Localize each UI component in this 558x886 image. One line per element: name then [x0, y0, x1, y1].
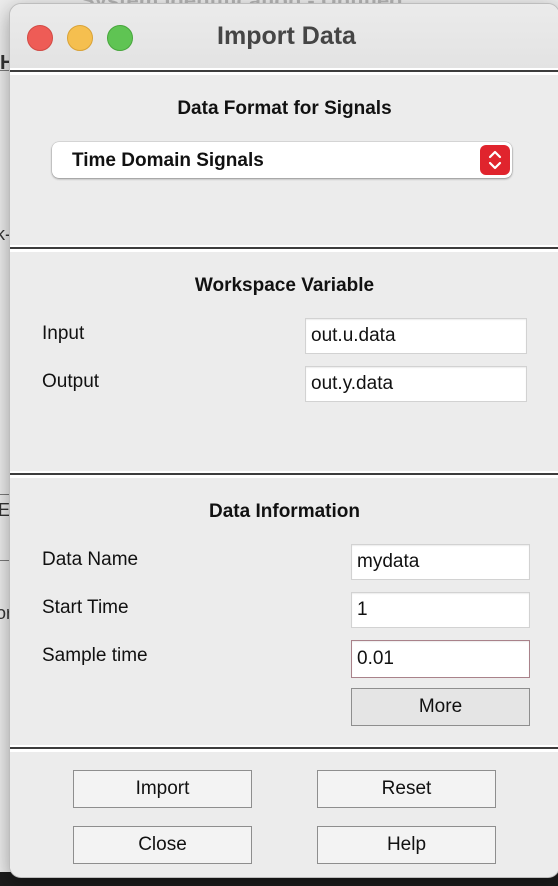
more-button[interactable]: More — [351, 688, 530, 726]
data-format-heading: Data Format for Signals — [177, 98, 392, 119]
workspace-variable-panel: Workspace Variable Input Output — [10, 247, 558, 472]
start-time-field[interactable] — [351, 592, 530, 628]
import-button[interactable]: Import — [73, 770, 252, 808]
workspace-variable-heading: Workspace Variable — [194, 275, 375, 296]
output-variable-field[interactable] — [305, 366, 527, 402]
data-format-popup[interactable]: Time Domain Signals — [52, 142, 512, 178]
data-name-label: Data Name — [42, 549, 139, 570]
sample-time-label: Sample time — [42, 645, 148, 666]
window-title: Import Data — [217, 22, 356, 50]
help-button[interactable]: Help — [317, 826, 496, 864]
output-variable-label: Output — [42, 371, 100, 392]
data-information-panel: Data Information Data Name Start Time Sa… — [10, 473, 558, 746]
data-information-heading: Data Information — [209, 501, 360, 522]
reset-button[interactable]: Reset — [317, 770, 496, 808]
data-name-field[interactable] — [351, 544, 530, 580]
title-bar: Import Data — [10, 4, 558, 68]
action-buttons-panel: Import Reset Close Help — [10, 747, 558, 877]
close-button[interactable]: Close — [73, 826, 252, 864]
data-format-panel: Data Format for Signals Time Domain Sign… — [10, 70, 558, 246]
import-data-dialog: Import Data Data Format for Signals Time… — [9, 3, 558, 878]
start-time-label: Start Time — [42, 597, 129, 618]
popup-arrows-icon — [480, 145, 510, 175]
data-format-selected-value: Time Domain Signals — [72, 150, 264, 171]
input-variable-label: Input — [42, 323, 85, 344]
input-variable-field[interactable] — [305, 318, 527, 354]
sample-time-field[interactable] — [351, 640, 530, 678]
